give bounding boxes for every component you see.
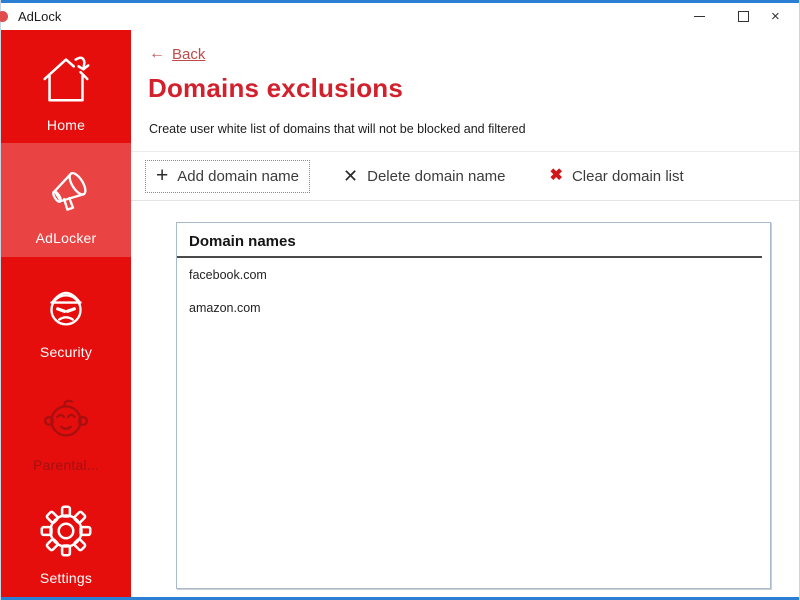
clear-domain-list-label: Clear domain list [571,167,684,185]
sidebar-item-home[interactable]: Home [1,30,131,144]
add-domain-label: Add domain name [177,167,300,185]
x-icon: ✕ [343,166,359,186]
domain-listbox: Domain names facebook.com amazon.com [176,222,771,589]
list-header-label: Domain names [189,233,296,250]
sidebar-item-adlocker[interactable]: AdLocker [1,143,131,257]
list-header: Domain names [177,223,762,258]
minimize-icon [693,16,705,17]
page-subtitle: Create user white list of domains that w… [149,122,526,136]
back-label: Back [172,45,206,63]
window-controls: × [677,3,799,30]
gear-icon [35,500,97,562]
sidebar-item-parental[interactable]: Parental... [1,370,131,484]
back-link[interactable]: ← Back [149,45,205,63]
close-icon: × [771,8,780,25]
red-x-icon: ✖ [549,167,563,184]
list-area: Domain names facebook.com amazon.com [131,201,799,597]
toolbar: + Add domain name ✕ Delete domain name ✖… [131,151,799,201]
delete-domain-label: Delete domain name [367,167,506,185]
app-window: AdLock × Home AdLocker Security Parental… [0,0,800,600]
clear-domain-list-button[interactable]: ✖ Clear domain list [539,161,695,192]
sidebar: Home AdLocker Security Parental... Setti… [1,30,131,598]
list-item[interactable]: amazon.com [177,291,770,324]
maximize-icon [737,11,749,22]
back-arrow-icon: ← [149,45,165,62]
baby-face-icon [35,387,97,449]
home-icon [35,47,97,109]
minimize-button[interactable] [677,3,721,30]
list-item[interactable]: facebook.com [177,258,770,291]
sidebar-item-label: Security [39,343,93,360]
app-body: Home AdLocker Security Parental... Setti… [1,30,799,598]
app-logo-icon [0,11,8,22]
sidebar-item-security[interactable]: Security [1,256,131,371]
security-face-icon [35,274,97,336]
sidebar-item-label: AdLocker [35,230,97,247]
titlebar: AdLock × [0,3,799,30]
sidebar-item-settings[interactable]: Settings [1,483,131,598]
window-title: AdLock [18,9,62,24]
delete-domain-button[interactable]: ✕ Delete domain name [332,160,517,192]
close-button[interactable]: × [765,3,799,30]
page-title: Domains exclusions [148,73,404,103]
main-panel: ← Back Domains exclusions Create user wh… [131,30,799,597]
add-domain-button[interactable]: + Add domain name [145,159,311,193]
plus-icon: + [156,163,169,187]
megaphone-icon [35,160,97,222]
sidebar-item-label: Settings [39,570,93,587]
maximize-button[interactable] [721,3,765,30]
sidebar-item-label: Parental... [32,456,99,473]
sidebar-item-label: Home [46,116,86,133]
